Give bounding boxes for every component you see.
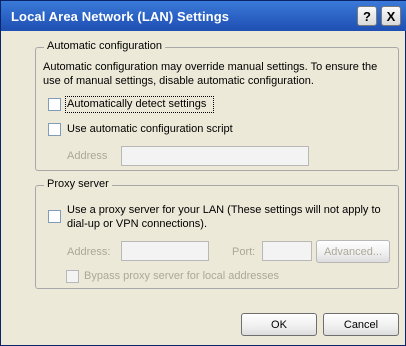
automatically-detect-settings-checkbox[interactable] bbox=[48, 98, 61, 111]
proxy-address-label: Address: bbox=[67, 246, 111, 258]
automatic-configuration-legend: Automatic configuration bbox=[44, 40, 165, 52]
ok-button[interactable]: OK bbox=[241, 313, 317, 336]
proxy-port-input[interactable] bbox=[262, 241, 312, 261]
use-proxy-server-label-line-1[interactable]: Use a proxy server for your LAN (These s… bbox=[67, 203, 381, 217]
automatic-configuration-address-label: Address bbox=[67, 150, 108, 162]
proxy-server-group: Proxy server Use a proxy server for your… bbox=[35, 178, 399, 289]
proxy-server-legend: Proxy server bbox=[44, 178, 112, 190]
proxy-port-label: Port: bbox=[232, 246, 256, 258]
automatic-configuration-address-input[interactable] bbox=[121, 146, 309, 166]
use-automatic-configuration-script-label[interactable]: Use automatic configuration script bbox=[67, 122, 233, 136]
automatic-configuration-description-line-1: Automatic configuration may override man… bbox=[43, 61, 378, 73]
use-automatic-configuration-script-checkbox[interactable] bbox=[48, 123, 61, 136]
help-icon[interactable]: ? bbox=[357, 6, 377, 26]
use-proxy-server-checkbox[interactable] bbox=[48, 210, 61, 223]
cancel-button[interactable]: Cancel bbox=[323, 313, 399, 336]
automatic-configuration-group: Automatic configuration Automatic config… bbox=[35, 40, 399, 171]
bypass-proxy-local-checkbox[interactable] bbox=[66, 270, 79, 283]
title-controls: ? X bbox=[357, 6, 401, 26]
lan-settings-dialog: Local Area Network (LAN) Settings ? X Au… bbox=[0, 0, 406, 346]
automatic-configuration-description-line-2: use of manual settings, disable automati… bbox=[43, 75, 314, 87]
bypass-proxy-local-label[interactable]: Bypass proxy server for local addresses bbox=[84, 269, 279, 283]
advanced-button[interactable]: Advanced... bbox=[316, 240, 390, 263]
automatically-detect-settings-label[interactable]: Automatically detect settings bbox=[67, 97, 206, 111]
close-icon[interactable]: X bbox=[381, 6, 401, 26]
use-proxy-server-label-line-2[interactable]: dial-up or VPN connections). bbox=[67, 217, 207, 231]
title-bar: Local Area Network (LAN) Settings ? X bbox=[1, 1, 406, 31]
proxy-address-input[interactable] bbox=[121, 241, 209, 261]
window-title: Local Area Network (LAN) Settings bbox=[11, 8, 230, 24]
